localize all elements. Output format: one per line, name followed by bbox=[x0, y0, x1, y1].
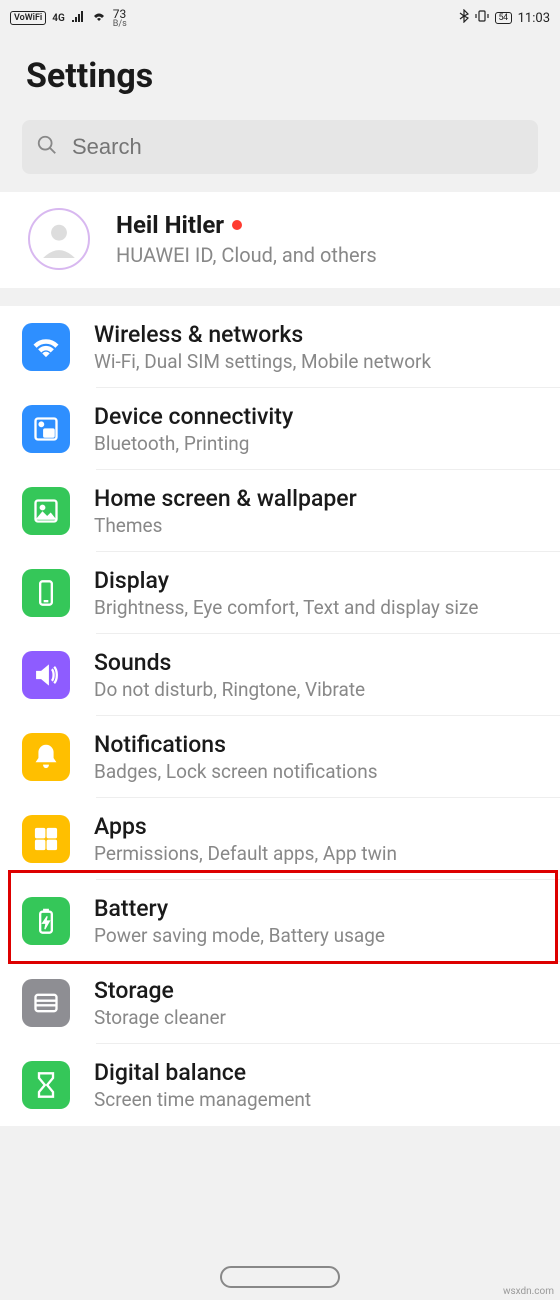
bell-icon bbox=[22, 733, 70, 781]
row-title: Display bbox=[94, 567, 478, 594]
wifi-icon bbox=[22, 323, 70, 371]
connectivity-icon bbox=[22, 405, 70, 453]
account-row[interactable]: Heil Hitler HUAWEI ID, Cloud, and others bbox=[0, 192, 560, 288]
page-title: Settings bbox=[0, 34, 560, 120]
bluetooth-icon bbox=[459, 9, 469, 27]
hourglass-icon bbox=[22, 1061, 70, 1109]
row-subtitle: Themes bbox=[94, 514, 357, 537]
search-icon bbox=[36, 134, 58, 160]
display-icon bbox=[22, 569, 70, 617]
status-left: VoWiFi 4G 73 B/s bbox=[10, 8, 127, 29]
row-title: Home screen & wallpaper bbox=[94, 485, 357, 512]
storage-icon bbox=[22, 979, 70, 1027]
signal-bars-icon bbox=[71, 10, 85, 26]
row-subtitle: Screen time management bbox=[94, 1088, 311, 1111]
settings-row-device-connectivity[interactable]: Device connectivity Bluetooth, Printing bbox=[0, 388, 560, 470]
nav-pill-icon[interactable] bbox=[220, 1266, 340, 1288]
settings-row-wireless-networks[interactable]: Wireless & networks Wi-Fi, Dual SIM sett… bbox=[0, 306, 560, 388]
row-subtitle: Power saving mode, Battery usage bbox=[94, 924, 385, 947]
apps-icon bbox=[22, 815, 70, 863]
notification-dot-icon bbox=[232, 220, 242, 230]
row-subtitle: Wi-Fi, Dual SIM settings, Mobile network bbox=[94, 350, 431, 373]
network-gen: 4G bbox=[52, 13, 65, 24]
settings-row-storage[interactable]: Storage Storage cleaner bbox=[0, 962, 560, 1044]
attribution: wsxdn.com bbox=[503, 1286, 554, 1297]
search-bar[interactable] bbox=[22, 120, 538, 174]
row-title: Wireless & networks bbox=[94, 321, 431, 348]
vibrate-icon bbox=[475, 9, 489, 27]
row-subtitle: Do not disturb, Ringtone, Vibrate bbox=[94, 678, 365, 701]
clock: 11:03 bbox=[518, 11, 550, 26]
sound-icon bbox=[22, 651, 70, 699]
settings-row-notifications[interactable]: Notifications Badges, Lock screen notifi… bbox=[0, 716, 560, 798]
settings-row-sounds[interactable]: Sounds Do not disturb, Ringtone, Vibrate bbox=[0, 634, 560, 716]
row-subtitle: Storage cleaner bbox=[94, 1006, 226, 1029]
row-subtitle: Permissions, Default apps, App twin bbox=[94, 842, 397, 865]
row-subtitle: Badges, Lock screen notifications bbox=[94, 760, 378, 783]
row-title: Storage bbox=[94, 977, 226, 1004]
row-title: Device connectivity bbox=[94, 403, 293, 430]
row-title: Battery bbox=[94, 895, 385, 922]
account-subtitle: HUAWEI ID, Cloud, and others bbox=[116, 243, 377, 267]
wallpaper-icon bbox=[22, 487, 70, 535]
battery-icon bbox=[22, 897, 70, 945]
settings-row-apps[interactable]: Apps Permissions, Default apps, App twin bbox=[0, 798, 560, 880]
settings-row-digital-balance[interactable]: Digital balance Screen time management bbox=[0, 1044, 560, 1126]
settings-row-battery[interactable]: Battery Power saving mode, Battery usage bbox=[0, 880, 560, 962]
battery-badge: 54 bbox=[495, 12, 512, 24]
network-speed: 73 B/s bbox=[113, 8, 127, 29]
row-subtitle: Brightness, Eye comfort, Text and displa… bbox=[94, 596, 478, 619]
settings-row-display[interactable]: Display Brightness, Eye comfort, Text an… bbox=[0, 552, 560, 634]
row-title: Notifications bbox=[94, 731, 378, 758]
status-bar: VoWiFi 4G 73 B/s 54 11:03 bbox=[0, 0, 560, 34]
vowifi-badge: VoWiFi bbox=[10, 11, 46, 25]
settings-row-home-screen-wallpaper[interactable]: Home screen & wallpaper Themes bbox=[0, 470, 560, 552]
settings-list: Wireless & networks Wi-Fi, Dual SIM sett… bbox=[0, 306, 560, 1126]
row-title: Digital balance bbox=[94, 1059, 311, 1086]
row-title: Apps bbox=[94, 813, 397, 840]
row-title: Sounds bbox=[94, 649, 365, 676]
avatar bbox=[28, 208, 90, 270]
wifi-status-icon bbox=[91, 10, 107, 26]
search-section bbox=[0, 120, 560, 192]
search-input[interactable] bbox=[72, 134, 524, 160]
row-subtitle: Bluetooth, Printing bbox=[94, 432, 293, 455]
account-name: Heil Hitler bbox=[116, 211, 224, 239]
status-right: 54 11:03 bbox=[459, 9, 551, 27]
